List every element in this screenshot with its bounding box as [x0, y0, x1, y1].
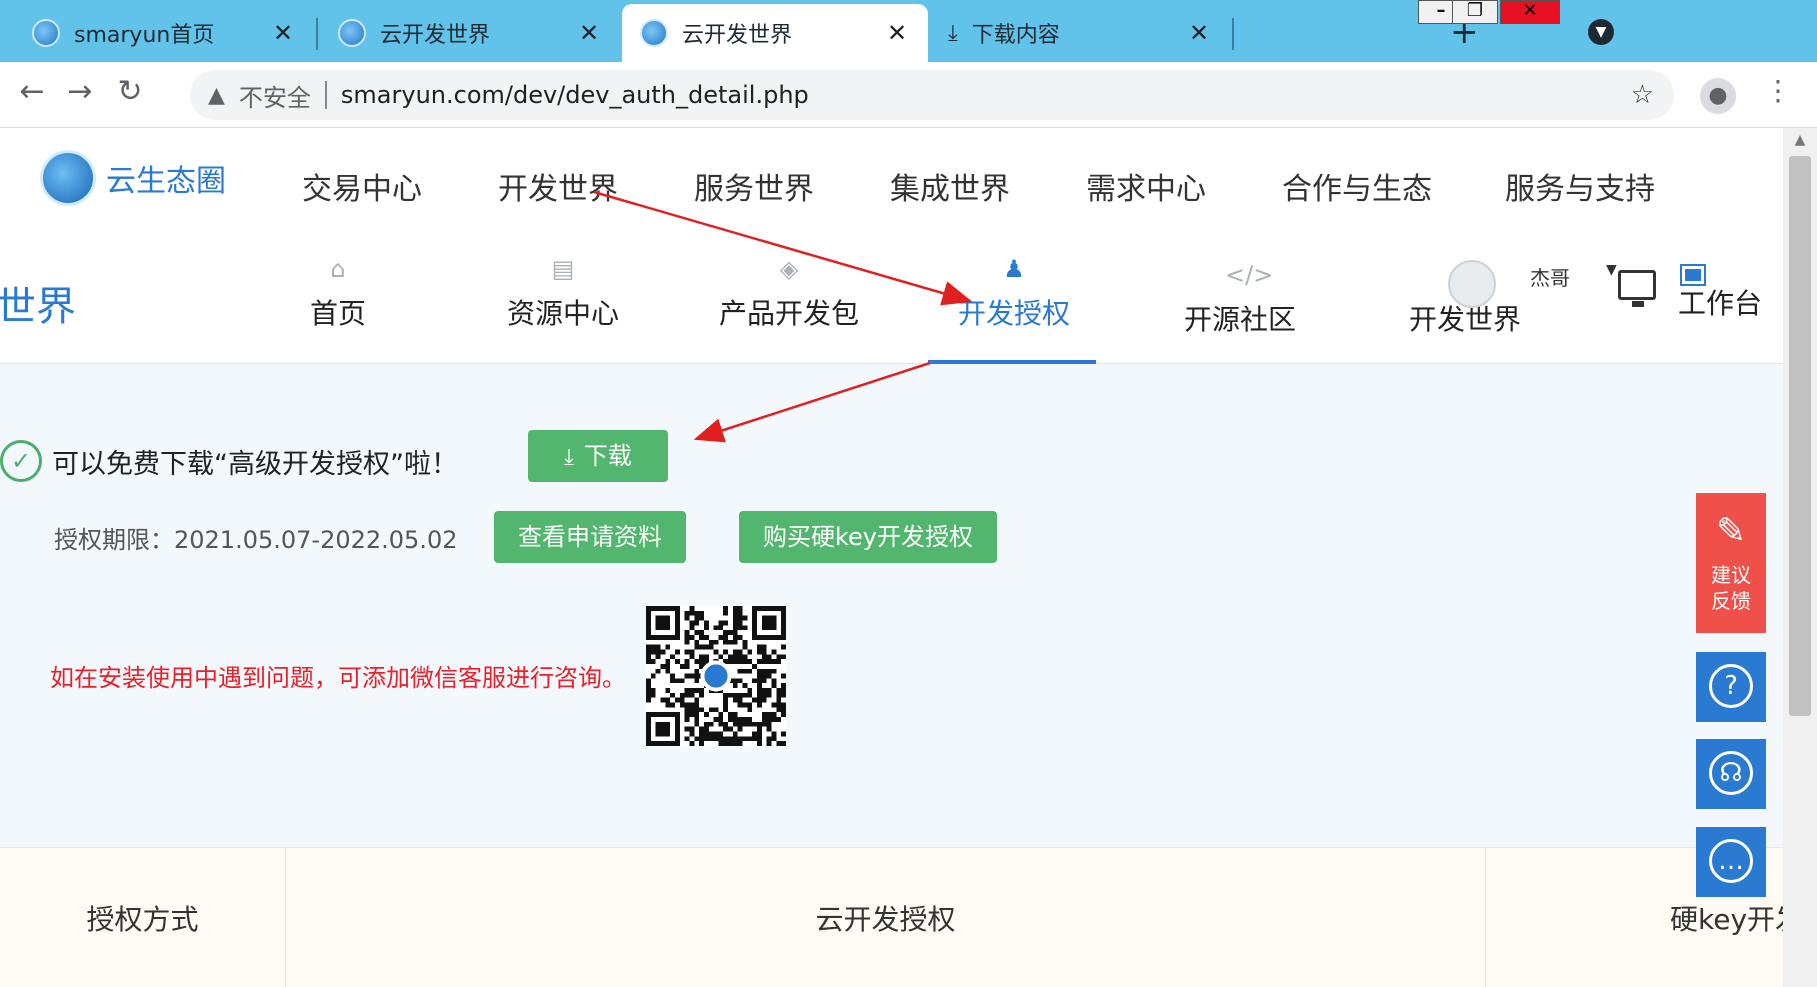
- subnav-item-sdk[interactable]: ◈ 产品开发包: [714, 254, 864, 332]
- authorization-icon: ♟: [1003, 255, 1025, 283]
- browser-tab-2[interactable]: 云开发世界 ✕: [320, 4, 620, 62]
- feedback-label: 建议 反馈: [1711, 563, 1751, 613]
- question-icon: ?: [1709, 664, 1753, 708]
- authorization-table: 授权方式 云开发授权 硬key开发授权: [0, 847, 1783, 987]
- main-nav-support[interactable]: 服务与支持: [1505, 164, 1655, 208]
- globe-icon: [338, 19, 366, 47]
- url-text[interactable]: smaryun.com/dev/dev_auth_detail.php: [341, 81, 809, 109]
- section-title: 世界: [0, 284, 76, 330]
- success-message: 可以免费下载“高级开发授权”啦！: [52, 449, 458, 480]
- browser-tab-1[interactable]: smaryun首页 ✕: [14, 4, 314, 62]
- address-divider: [324, 81, 327, 109]
- period-label: 授权期限：: [54, 526, 174, 554]
- vertical-scrollbar[interactable]: ▲: [1783, 128, 1817, 987]
- monitor-icon[interactable]: [1618, 270, 1656, 307]
- subnav-label: 开发授权: [957, 297, 1070, 330]
- help-button[interactable]: ?: [1696, 652, 1766, 722]
- browser-tab-strip: smaryun首页 ✕ 云开发世界 ✕ 云开发世界 ✕ ⤓ 下载内容 ✕ + ▼…: [0, 0, 1817, 62]
- subnav-label: 资源中心: [506, 297, 619, 330]
- edit-icon: ✎: [1715, 511, 1747, 552]
- forward-arrow-icon[interactable]: →: [60, 74, 100, 109]
- download-icon: ⤓: [564, 445, 574, 470]
- logo-globe-icon: [40, 150, 96, 206]
- avatar[interactable]: [1448, 260, 1496, 308]
- globe-icon: [640, 19, 668, 47]
- period-value: 2021.05.07-2022.05.02: [174, 526, 458, 554]
- bookmark-star-icon[interactable]: ☆: [1631, 80, 1654, 110]
- download-icon: ⤓: [948, 20, 958, 46]
- subnav-item-open-source[interactable]: </> 开源社区: [1165, 260, 1315, 338]
- maximize-button[interactable]: ❐: [1452, 0, 1498, 24]
- scrollbar-thumb[interactable]: [1789, 156, 1811, 716]
- check-circle-icon: ✓: [0, 440, 42, 482]
- customer-service-button[interactable]: ☊: [1696, 739, 1766, 809]
- tab-title: 下载内容: [971, 23, 1060, 48]
- main-nav-dev-world[interactable]: 开发世界: [498, 164, 618, 208]
- subnav-label: 开源社区: [1183, 303, 1296, 336]
- download-button[interactable]: ⤓ 下载: [528, 430, 668, 482]
- home-icon: ⌂: [330, 255, 346, 283]
- subnav-item-resources[interactable]: ▤ 资源中心: [488, 254, 638, 332]
- tab-separator: [1232, 18, 1234, 50]
- scroll-up-arrow-icon[interactable]: ▲: [1783, 132, 1817, 148]
- authorization-period: 授权期限：2021.05.07-2022.05.02: [54, 520, 458, 555]
- browser-tab-4[interactable]: ⤓ 下载内容 ✕: [930, 4, 1230, 62]
- tab-search-icon[interactable]: ▼: [1588, 19, 1614, 45]
- chat-button[interactable]: …: [1696, 827, 1766, 897]
- close-icon[interactable]: ✕: [884, 19, 910, 47]
- code-icon: </>: [1225, 261, 1274, 289]
- view-application-button[interactable]: 查看申请资料: [494, 511, 686, 563]
- active-tab-underline: [928, 360, 1096, 364]
- site-header: 云生态圈 交易中心 开发世界 服务世界 集成世界 需求中心 合作与生态 服务与支…: [0, 128, 1783, 232]
- profile-icon[interactable]: ●: [1700, 78, 1736, 114]
- feedback-button[interactable]: ✎ 建议 反馈: [1696, 493, 1766, 633]
- resource-icon: ▤: [551, 255, 575, 283]
- table-header-cell: 云开发授权: [286, 848, 1486, 987]
- main-nav-trading[interactable]: 交易中心: [302, 164, 422, 208]
- browser-toolbar: ← → ↻ ▲ 不安全 smaryun.com/dev/dev_auth_det…: [0, 62, 1817, 128]
- help-message: 如在安装使用中遇到问题，可添加微信客服进行咨询。: [50, 664, 626, 692]
- site-logo[interactable]: 云生态圈: [40, 150, 226, 206]
- user-name[interactable]: 杰哥: [1530, 262, 1570, 291]
- address-bar[interactable]: ▲ 不安全 smaryun.com/dev/dev_auth_detail.ph…: [190, 70, 1674, 120]
- window-close-button[interactable]: ✕: [1500, 0, 1560, 24]
- security-label: 不安全: [238, 83, 311, 112]
- page-viewport: 云生态圈 交易中心 开发世界 服务世界 集成世界 需求中心 合作与生态 服务与支…: [0, 128, 1783, 987]
- main-nav-demand-center[interactable]: 需求中心: [1086, 164, 1206, 208]
- globe-icon: [32, 19, 60, 47]
- back-arrow-icon[interactable]: ←: [12, 74, 52, 109]
- tab-title: 云开发世界: [682, 23, 793, 48]
- logo-text: 云生态圈: [106, 164, 226, 199]
- buy-hardkey-button[interactable]: 购买硬key开发授权: [739, 511, 997, 563]
- menu-kebab-icon[interactable]: ⋮: [1764, 74, 1792, 107]
- workbench-link[interactable]: 工作台: [1678, 282, 1762, 322]
- main-nav-integration-world[interactable]: 集成世界: [890, 164, 1010, 208]
- sub-nav: 世界 ⌂ 首页 ▤ 资源中心 ◈ 产品开发包 ♟ 开发授权 </> 开源社区 ◎…: [0, 232, 1783, 364]
- browser-tab-3-active[interactable]: 云开发世界 ✕: [622, 4, 928, 62]
- tab-title: smaryun首页: [74, 23, 215, 48]
- chat-bubble-icon: …: [1709, 839, 1753, 883]
- package-icon: ◈: [779, 255, 799, 283]
- main-nav-cooperation[interactable]: 合作与生态: [1282, 164, 1432, 208]
- subnav-label: 首页: [309, 297, 366, 330]
- close-icon[interactable]: ✕: [270, 19, 296, 47]
- chevron-down-icon[interactable]: ▼: [1606, 262, 1617, 278]
- subnav-label: 产品开发包: [718, 297, 859, 330]
- close-icon[interactable]: ✕: [1186, 19, 1212, 47]
- warning-icon: ▲: [208, 82, 225, 108]
- table-header-cell: 授权方式: [0, 848, 286, 987]
- tab-separator: [316, 18, 318, 50]
- reload-icon[interactable]: ↻: [110, 74, 150, 109]
- download-button-label: 下载: [583, 442, 632, 470]
- subnav-item-home[interactable]: ⌂ 首页: [263, 254, 413, 332]
- main-nav-service-world[interactable]: 服务世界: [694, 164, 814, 208]
- wechat-qr-code: [646, 606, 786, 746]
- tab-title: 云开发世界: [380, 23, 491, 48]
- subnav-item-dev-authorization[interactable]: ♟ 开发授权: [939, 254, 1089, 332]
- close-icon[interactable]: ✕: [576, 19, 602, 47]
- headset-icon: ☊: [1709, 751, 1753, 795]
